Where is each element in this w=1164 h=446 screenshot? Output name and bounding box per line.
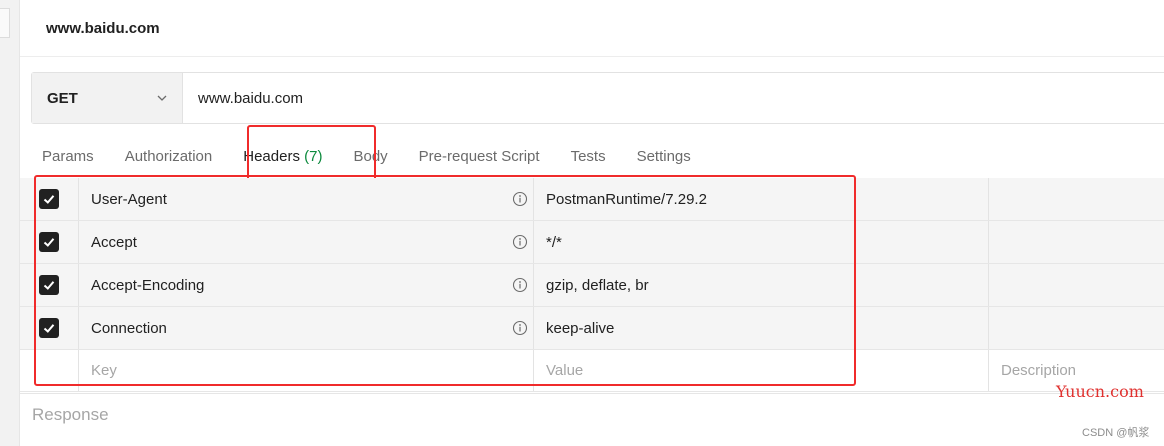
- header-value[interactable]: */*: [546, 221, 562, 263]
- header-value[interactable]: PostmanRuntime/7.29.2: [546, 178, 707, 220]
- key-placeholder-input[interactable]: Key: [91, 350, 117, 391]
- table-row: Accept */*: [20, 221, 1164, 264]
- left-gutter: [0, 0, 20, 446]
- header-key[interactable]: Accept: [91, 221, 137, 263]
- url-bar: GET: [31, 72, 1164, 124]
- column-divider: [78, 221, 79, 263]
- table-row: User-Agent PostmanRuntime/7.29.2: [20, 178, 1164, 221]
- row-checkbox-cell: [20, 264, 78, 306]
- tab-body[interactable]: Body: [353, 148, 387, 165]
- method-label: GET: [47, 89, 78, 107]
- info-icon[interactable]: [512, 191, 528, 207]
- header-enabled-checkbox[interactable]: [39, 318, 59, 338]
- tab-params[interactable]: Params: [42, 148, 94, 165]
- column-divider: [533, 264, 534, 306]
- column-divider: [988, 350, 989, 391]
- row-checkbox-cell: [20, 221, 78, 263]
- header-key[interactable]: Connection: [91, 307, 167, 349]
- tab-settings[interactable]: Settings: [637, 148, 691, 165]
- column-divider: [78, 307, 79, 349]
- column-divider: [988, 221, 989, 263]
- checkmark-icon: [43, 238, 55, 247]
- column-divider: [78, 350, 79, 391]
- table-row: Accept-Encoding gzip, deflate, br: [20, 264, 1164, 307]
- headers-table: User-Agent PostmanRuntime/7.29.2 Accept …: [20, 178, 1164, 392]
- tab-tests[interactable]: Tests: [571, 148, 606, 165]
- tab-headers[interactable]: Headers (7): [243, 148, 322, 165]
- column-divider: [533, 307, 534, 349]
- checkmark-icon: [43, 195, 55, 204]
- value-placeholder-input[interactable]: Value: [546, 350, 583, 391]
- response-divider: [20, 393, 1164, 394]
- header-value[interactable]: gzip, deflate, br: [546, 264, 649, 306]
- header-key[interactable]: User-Agent: [91, 178, 167, 220]
- info-icon[interactable]: [512, 320, 528, 336]
- column-divider: [988, 307, 989, 349]
- column-divider: [988, 264, 989, 306]
- response-label: Response: [32, 405, 109, 424]
- column-divider: [533, 350, 534, 391]
- tab-authorization[interactable]: Authorization: [125, 148, 213, 165]
- new-header-row: Key Value Description: [20, 350, 1164, 392]
- column-divider: [533, 221, 534, 263]
- url-input[interactable]: [183, 73, 1164, 123]
- column-divider: [78, 178, 79, 220]
- watermark-credit: CSDN @帆浆: [1082, 427, 1150, 439]
- column-divider: [988, 178, 989, 220]
- info-icon[interactable]: [512, 234, 528, 250]
- header-key[interactable]: Accept-Encoding: [91, 264, 204, 306]
- tab-headers-label: Headers: [243, 147, 300, 165]
- tab-headers-count: (7): [304, 147, 323, 165]
- header-enabled-checkbox[interactable]: [39, 189, 59, 209]
- watermark-site: Yuucn.com: [1056, 382, 1144, 401]
- tab-pre-request-script[interactable]: Pre-request Script: [419, 148, 540, 165]
- info-icon[interactable]: [512, 277, 528, 293]
- title-divider: [20, 56, 1164, 57]
- table-row: Connection keep-alive: [20, 307, 1164, 350]
- request-tabs: Params Authorization Headers (7) Body Pr…: [42, 144, 722, 168]
- header-value[interactable]: keep-alive: [546, 307, 614, 349]
- request-title: www.baidu.com: [46, 20, 160, 37]
- header-enabled-checkbox[interactable]: [39, 232, 59, 252]
- column-divider: [533, 178, 534, 220]
- checkmark-icon: [43, 281, 55, 290]
- row-checkbox-cell: [20, 178, 78, 220]
- checkmark-icon: [43, 324, 55, 333]
- collapsed-panel-stub[interactable]: [0, 8, 10, 38]
- method-select[interactable]: GET: [32, 73, 183, 123]
- header-enabled-checkbox[interactable]: [39, 275, 59, 295]
- column-divider: [78, 264, 79, 306]
- row-checkbox-cell: [20, 307, 78, 349]
- chevron-down-icon: [157, 95, 167, 101]
